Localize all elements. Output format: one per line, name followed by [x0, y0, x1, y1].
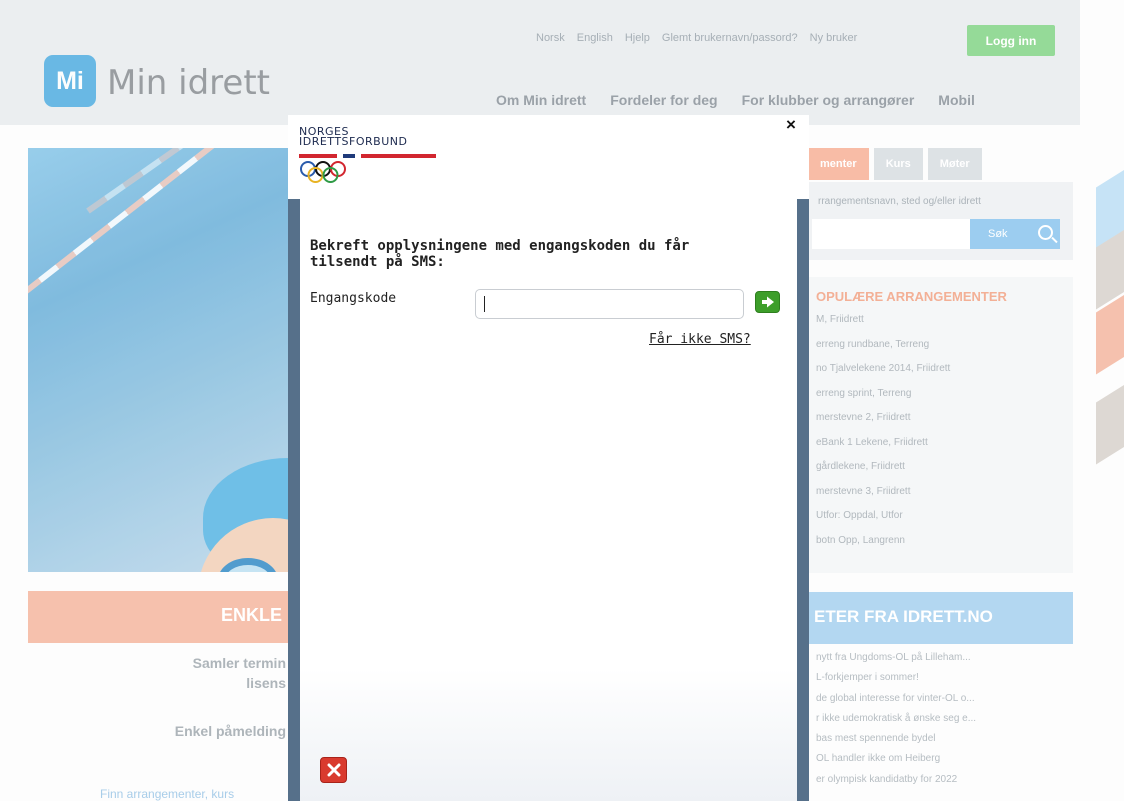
arrow-right-icon: [761, 296, 774, 308]
nif-logo: NORGES IDRETTSFORBUND: [299, 126, 436, 183]
no-sms-link[interactable]: Får ikke SMS?: [649, 332, 751, 347]
org-name-line2: IDRETTSFORBUND: [299, 135, 408, 148]
olympic-rings-icon: [300, 161, 346, 183]
one-time-code-input[interactable]: [475, 289, 744, 319]
dialog-body: Bekreft opplysningene med engangskoden d…: [300, 199, 797, 801]
text-cursor: [484, 296, 485, 312]
dialog-title: Bekreft opplysningene med engangskoden d…: [310, 238, 690, 270]
flag-bar: [299, 154, 436, 158]
one-time-code-label: Engangskode: [310, 291, 397, 306]
x-icon: [327, 763, 340, 777]
close-icon[interactable]: ×: [786, 115, 796, 135]
cancel-button[interactable]: [320, 757, 347, 783]
sms-verification-dialog: NORGES IDRETTSFORBUND × Bekreft opplysni…: [288, 115, 809, 801]
submit-button[interactable]: [755, 291, 780, 313]
dialog-header: NORGES IDRETTSFORBUND ×: [288, 115, 809, 199]
